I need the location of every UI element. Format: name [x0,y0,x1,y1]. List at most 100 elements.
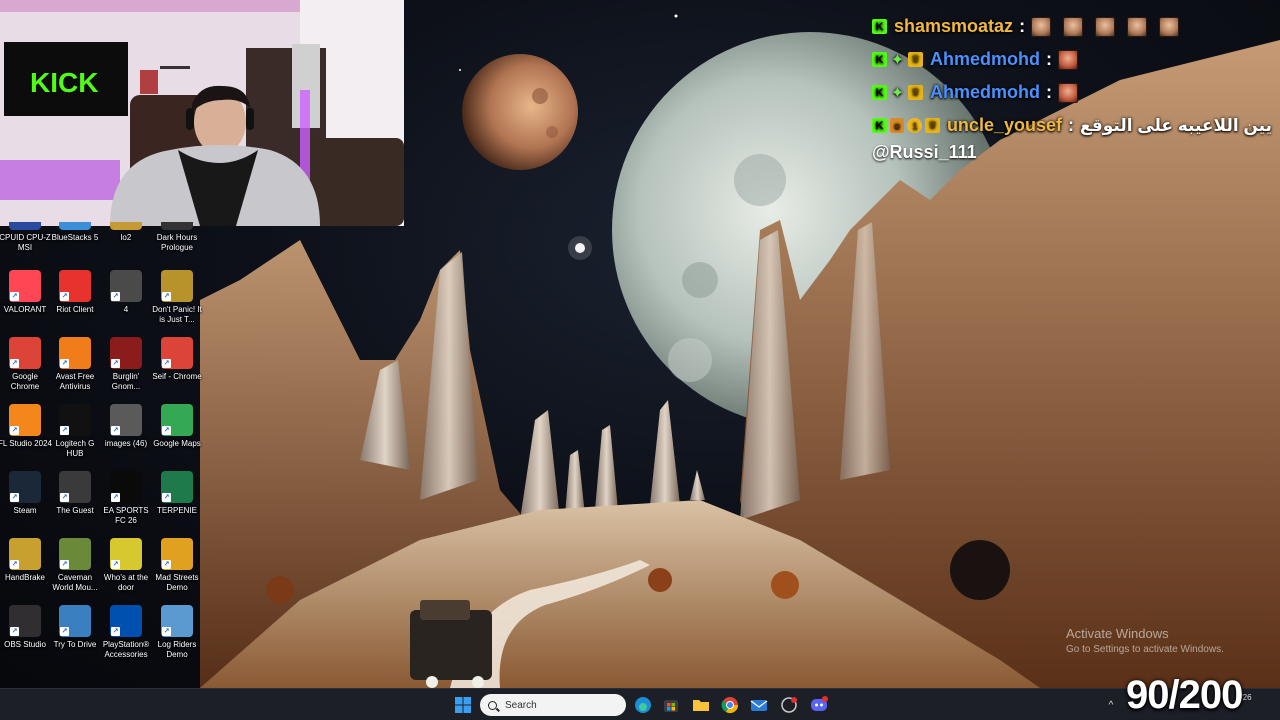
desktop-icon-label: Log Riders Demo [157,640,197,659]
desktop-icon-riot-client[interactable]: ↗ Riot Client [50,270,100,334]
desktop-icon-obs[interactable]: ↗ OBS Studio [0,605,50,669]
crown-badge-icon: ♛ [925,118,940,133]
desktop-icon-label: Logitech G HUB [55,439,95,458]
chat-emote-icon [1058,49,1078,70]
app-icon[interactable] [778,694,800,716]
desktop-icon-label: PlayStation® Accessories [102,640,150,659]
file-explorer-icon[interactable] [690,694,712,716]
desktop-icon-playstation[interactable]: ↗ PlayStation® Accessories [101,605,151,669]
shortcut-arrow-icon: ↗ [111,493,120,502]
shortcut-arrow-icon: ↗ [111,426,120,435]
chat-message-text: يين اللاعيبه على التوقع [1079,115,1272,135]
chrome-icon[interactable] [719,694,741,716]
desktop-icon-log-riders[interactable]: ↗ Log Riders Demo [152,605,202,669]
terpenie-icon: ↗ [161,471,193,503]
crown-badge-icon: ♛ [908,85,923,100]
desktop-icon-label: 4 [123,305,129,314]
chat-message: K ✦ ♛ Ahmedmohd: [872,76,1272,109]
the-guest-icon: ↗ [59,471,91,503]
desktop-icon-label: Avast Free Antivirus [55,372,95,391]
chat-separator: : [1046,49,1052,69]
desktop-icon-chrome[interactable]: ↗ Google Chrome [0,337,50,401]
chat-emote-icon [1058,82,1078,103]
desktop-icon-label: lo2 [120,233,132,242]
desktop-icon-handbrake[interactable]: ↗ HandBrake [0,538,50,602]
shortcut-arrow-icon: ↗ [10,292,19,301]
fl-studio-icon: ↗ [9,404,41,436]
tray-chevron-up-icon[interactable]: ^ [1100,694,1122,716]
chrome-profile-icon: ↗ [161,337,193,369]
avast-icon: ↗ [59,337,91,369]
desktop-icon-label: Caveman World Mou... [52,573,98,592]
desktop-icon-avast[interactable]: ↗ Avast Free Antivirus [50,337,100,401]
desktop-icon-label: CPUID CPU-Z MSI [0,233,51,252]
store-icon[interactable] [660,694,682,716]
chat-emote-icon [1031,16,1052,37]
chat-username: Ahmedmohd [930,82,1040,102]
coin-badge-icon: 1 [907,118,923,133]
desktop-icon-google-maps[interactable]: ↗ Google Maps [152,404,202,468]
taskbar: Search ^ [0,688,1280,720]
desktop-icon-valorant[interactable]: ↗ VALORANT [0,270,50,334]
shortcut-arrow-icon: ↗ [162,292,171,301]
chat-username: Ahmedmohd [930,49,1040,69]
desktop-icon-label: EA SPORTS FC 26 [103,506,149,525]
desktop-icon-fl-studio[interactable]: ↗ FL Studio 2024 [0,404,52,468]
desktop-icon-image-file[interactable]: ↗ 4 [101,270,151,334]
desktop-icon-ea-fc[interactable]: ↗ EA SPORTS FC 26 [101,471,151,535]
desktop-icon-image-file[interactable]: ↗ images (46) [101,404,151,468]
desktop-icon-chrome-profile[interactable]: ↗ Seif - Chrome [152,337,202,401]
taskbar-search-input[interactable]: Search [480,694,626,716]
log-riders-icon: ↗ [161,605,193,637]
desktop-icon-label: FL Studio 2024 [0,439,52,448]
discord-icon[interactable] [808,694,830,716]
desktop-icon-label: TERPENIE [156,506,197,515]
shortcut-arrow-icon: ↗ [60,426,69,435]
handbrake-icon: ↗ [9,538,41,570]
shortcut-arrow-icon: ↗ [162,627,171,636]
desktop-icon-dont-panic[interactable]: ↗ Don't Panic! It is Just T... [152,270,202,334]
activate-subtitle: Go to Settings to activate Windows. [1066,644,1224,655]
stream-counter: 90/200 [1126,673,1243,717]
start-icon[interactable] [452,694,474,716]
desktop-icon-mad-streets[interactable]: ↗ Mad Streets Demo [152,538,202,602]
plus-badge-icon: ✦ [890,84,905,102]
desktop-icon-steam[interactable]: ↗ Steam [0,471,50,535]
desktop-icon-label: BlueStacks 5 [51,233,99,242]
chat-separator: : [1019,16,1026,36]
crown-badge-icon: ♛ [908,52,923,67]
riot-client-icon: ↗ [59,270,91,302]
desktop-icon-label: Google Maps [153,439,201,448]
cpuz-icon [9,222,41,230]
activate-windows-watermark: Activate Windows Go to Settings to activ… [1066,626,1224,655]
desktop-icon-whos-at-door[interactable]: ↗ Who's at the door [101,538,151,602]
logitech-ghub-icon: ↗ [59,404,91,436]
chat-message: K ✦ ♛ Ahmedmohd: [872,43,1272,76]
valorant-icon: ↗ [9,270,41,302]
shortcut-arrow-icon: ↗ [60,359,69,368]
shortcut-arrow-icon: ↗ [162,359,171,368]
shortcut-arrow-icon: ↗ [60,493,69,502]
mail-icon[interactable] [748,694,770,716]
desktop-icon-terpenie[interactable]: ↗ TERPENIE [152,471,202,535]
desktop-icon-the-guest[interactable]: ↗ The Guest [50,471,100,535]
desktop-icon-try-to-drive[interactable]: ↗ Try To Drive [50,605,100,669]
desktop-icon-label: images (46) [104,439,148,448]
chat-overlay: Kshamsmoataz: K ✦ ♛ Ahmedmohd: K ✦ ♛ Ahmedmohd: K… [872,10,1272,163]
webcam-feed: KICK [0,0,404,226]
whos-at-door-icon: ↗ [110,538,142,570]
desktop-icon-label: VALORANT [3,305,47,314]
desktop-icon-logitech-ghub[interactable]: ↗ Logitech G HUB [50,404,100,468]
edge-icon[interactable] [632,694,654,716]
box-badge-icon: ■ [889,118,905,133]
shortcut-arrow-icon: ↗ [111,560,120,569]
desktop-icon-label: Try To Drive [53,640,97,649]
desktop-icon-label: Who's at the door [103,573,149,592]
desktop-icon-grid: CPUID CPU-Z MSI BlueStacks 5 lo2 Dark Hours… [0,222,204,669]
burglin-gnomes-icon: ↗ [110,337,142,369]
kick-badge-icon: K [872,52,887,67]
desktop-icon-label: Google Chrome [10,372,40,391]
desktop-icon-burglin-gnomes[interactable]: ↗ Burglin' Gnom... [101,337,151,401]
desktop-icon-label: Burglin' Gnom... [111,372,141,391]
desktop-icon-caveman[interactable]: ↗ Caveman World Mou... [50,538,100,602]
